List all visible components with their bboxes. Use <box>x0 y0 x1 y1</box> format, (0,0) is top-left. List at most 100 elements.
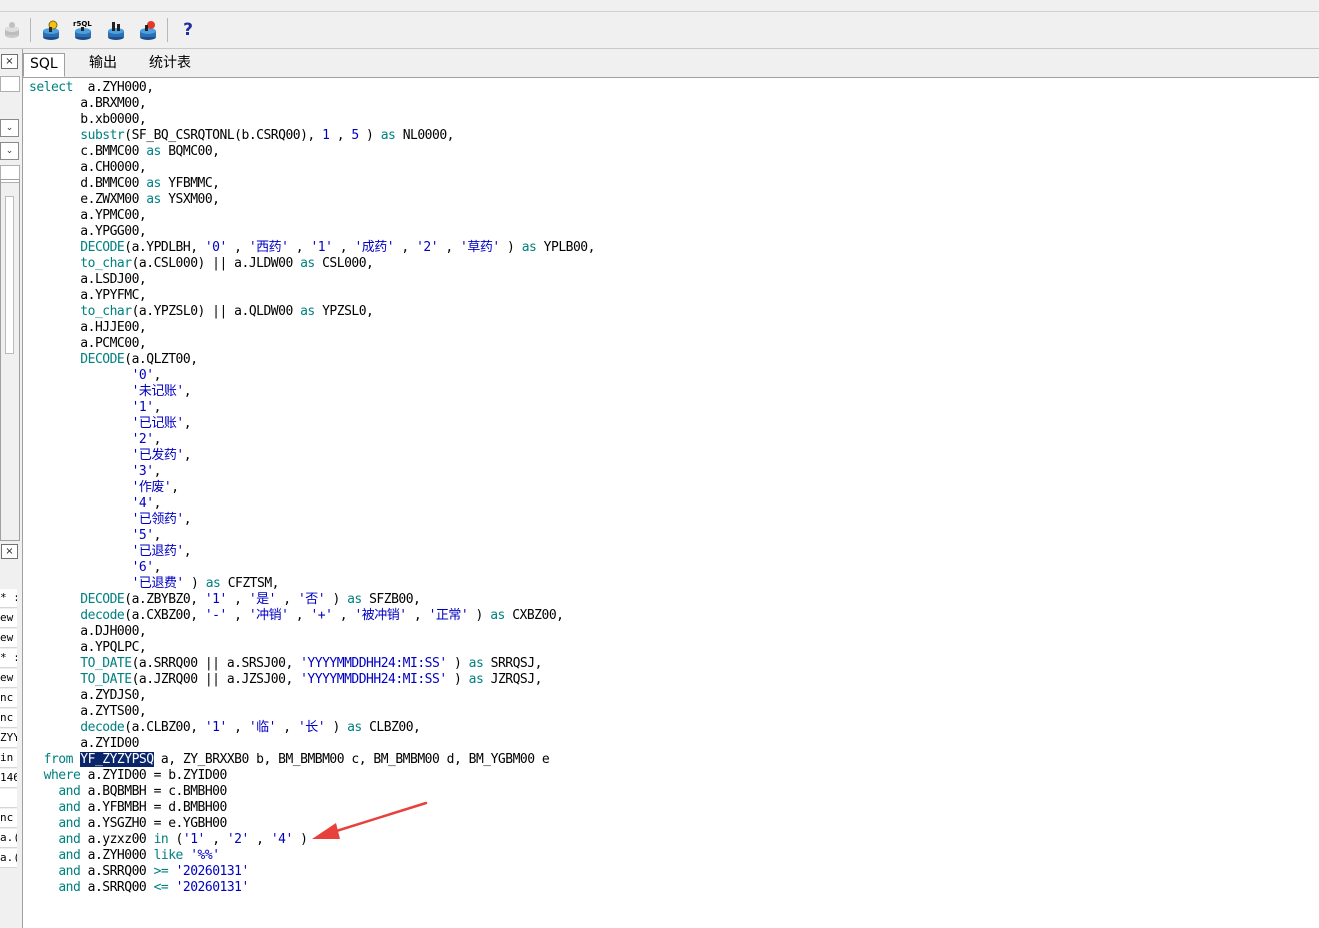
help-icon[interactable]: ? <box>176 18 200 42</box>
list-item[interactable]: ew <box>0 629 17 648</box>
code-line: a.YPGG00, <box>29 224 146 240</box>
list-item[interactable]: ZYY <box>0 729 17 748</box>
list-item[interactable]: nc <box>0 809 17 828</box>
sql-text: , <box>204 832 227 847</box>
code-line: '3', <box>29 464 162 480</box>
code-line: select a.ZYH000, <box>29 80 154 96</box>
sql-text: a.YPMC00, <box>29 208 147 223</box>
sql-string: '6' <box>131 560 154 575</box>
sql-string: '+' <box>310 608 333 623</box>
sql-text: a.BQBMBH = c.BMBH00 <box>80 784 228 799</box>
chevron-down-icon[interactable]: ⌄ <box>0 142 19 160</box>
list-item[interactable]: a.( <box>0 829 17 848</box>
sql-string: '是' <box>248 592 277 607</box>
sql-string: '20260131' <box>175 880 250 895</box>
db-export-icon[interactable] <box>104 18 128 42</box>
sql-text: YSXM00, <box>160 192 220 207</box>
list-item[interactable]: nc <box>0 689 17 708</box>
sql-text: , <box>183 512 192 527</box>
sql-text: (a.QLZT00, <box>124 352 198 367</box>
sql-keyword: as <box>205 576 221 591</box>
code-line: a.CH0000, <box>29 160 146 176</box>
sql-string: '临' <box>248 720 277 735</box>
sql-string: '已发药' <box>131 448 185 463</box>
sql-text: a.YPYFMC, <box>29 288 147 303</box>
sql-text: b.xb0000, <box>29 112 147 127</box>
close-icon[interactable]: × <box>1 544 18 559</box>
sql-keyword: as <box>468 672 484 687</box>
list-item[interactable]: 146 <box>0 769 17 788</box>
sql-keyword: and <box>58 880 81 895</box>
code-line: '已记账', <box>29 416 192 432</box>
code-line: a.ZYTS00, <box>29 704 146 720</box>
code-line: a.YPQLPC, <box>29 640 146 656</box>
sql-string: '1' <box>310 240 333 255</box>
sql-text: c.BMMC00 <box>29 144 147 159</box>
sql-string: '冲销' <box>248 608 289 623</box>
sql-keyword: as <box>347 592 362 607</box>
sql-text: , <box>332 240 355 255</box>
sql-string: '西药' <box>248 240 289 255</box>
db-commit-icon[interactable] <box>136 18 160 42</box>
list-item[interactable]: a.( <box>0 849 17 868</box>
code-line: and a.SRRQ00 >= '20260131' <box>29 864 249 880</box>
code-line: and a.yzxz00 in ('1' , '2' , '4' ) <box>29 832 308 848</box>
list-item[interactable]: * : <box>0 589 17 608</box>
tab-output[interactable]: 输出 <box>83 53 123 74</box>
list-item[interactable]: ew <box>0 609 17 628</box>
sql-keyword: and <box>58 848 81 863</box>
sql-text: , <box>183 544 192 559</box>
list-item[interactable]: * : <box>0 649 17 668</box>
code-line: '2', <box>29 432 162 448</box>
sql-text: , <box>183 416 192 431</box>
svg-text:r5QL: r5QL <box>73 20 92 28</box>
tab-sql[interactable]: SQL <box>23 53 65 77</box>
sql-text: a.SRRQ00 <box>80 880 154 895</box>
chevron-down-icon[interactable]: ⌄ <box>0 119 19 137</box>
sql-keyword: and <box>58 832 81 847</box>
sql-string: '1' <box>204 720 227 735</box>
sql-text: , <box>406 608 429 623</box>
sql-string: '3' <box>131 464 154 479</box>
sql-text: , <box>153 560 162 575</box>
sql-text: a.ZYID00 <box>29 736 139 751</box>
sql-text: a.ZYTS00, <box>29 704 147 719</box>
connect-db-icon[interactable] <box>39 18 63 42</box>
sql-run-icon[interactable]: r5QL <box>71 18 95 42</box>
tab-statistics[interactable]: 统计表 <box>143 53 197 74</box>
toolbar-separator <box>167 18 168 42</box>
sql-text: ) <box>499 240 522 255</box>
sql-string: '2' <box>416 240 439 255</box>
sql-keyword: from <box>43 752 74 767</box>
close-icon[interactable]: × <box>1 54 18 69</box>
list-item[interactable] <box>0 789 17 808</box>
sql-keyword: as <box>347 720 362 735</box>
sql-text: ) <box>325 720 348 735</box>
code-line: b.xb0000, <box>29 112 146 128</box>
left-input[interactable] <box>0 76 20 92</box>
sql-text: a.YFBMBH = d.BMBH00 <box>80 800 228 815</box>
sql-text: (SF_BQ_CSRQTONL(b.CSRQ00), <box>124 128 323 143</box>
db-disconnect-icon[interactable] <box>0 18 24 42</box>
list-item[interactable]: nc <box>0 709 17 728</box>
scrollbar[interactable] <box>5 196 14 354</box>
list-item[interactable]: ew <box>0 669 17 688</box>
sql-editor[interactable]: select a.ZYH000, a.BRXM00, b.xb0000, sub… <box>23 78 1319 928</box>
sql-string: '-' <box>204 608 227 623</box>
code-line: a.PCMC00, <box>29 336 146 352</box>
code-line: a.YPMC00, <box>29 208 146 224</box>
sql-text: ) <box>446 672 469 687</box>
sql-string: '被冲销' <box>354 608 407 623</box>
sql-text: a, ZY_BRXXB0 b, BM_BMBM00 c, BM_BMBM00 d… <box>153 752 550 767</box>
sql-text: , <box>226 240 249 255</box>
list-item[interactable]: in <box>0 749 17 768</box>
